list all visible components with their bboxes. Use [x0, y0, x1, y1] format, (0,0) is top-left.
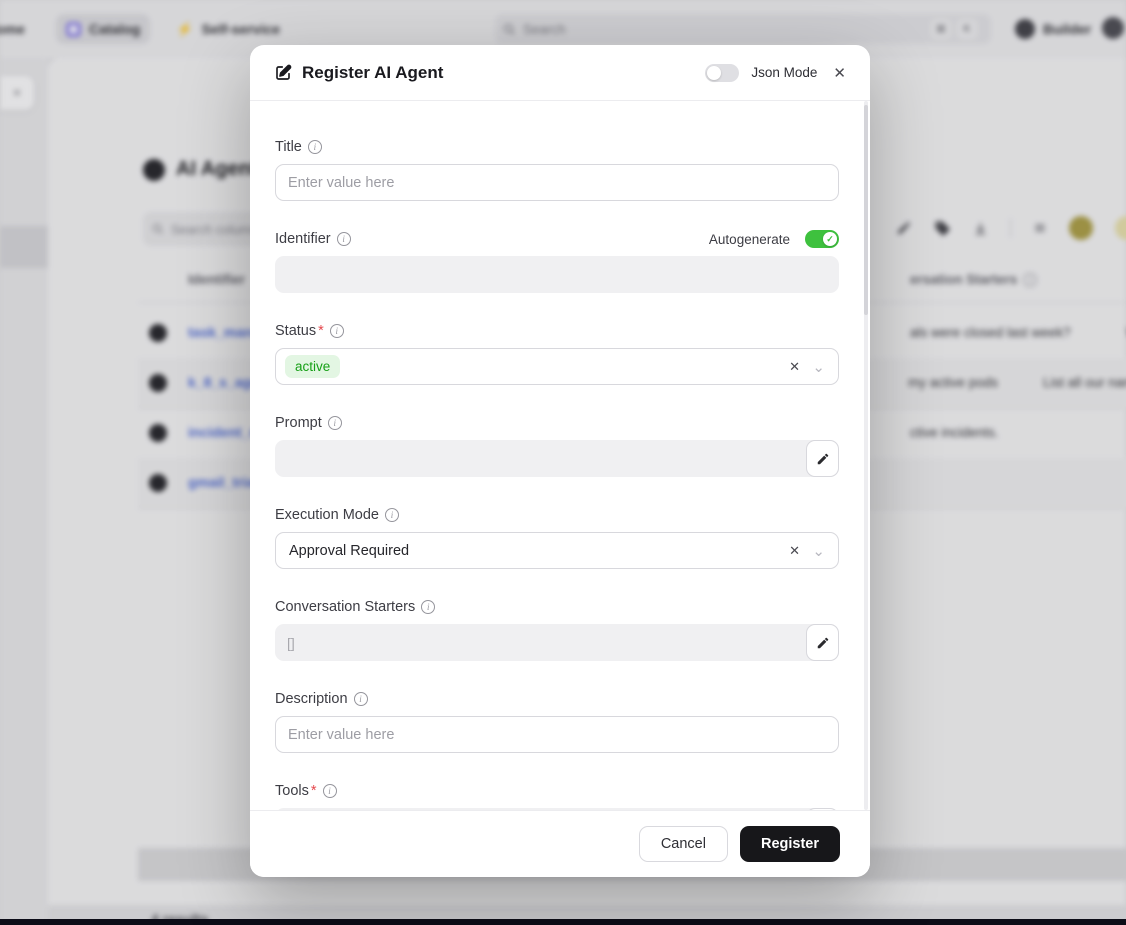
field-status: Status* i active ✕ ⌄ — [275, 322, 839, 385]
pencil-icon — [816, 452, 830, 466]
status-select[interactable]: active ✕ ⌄ — [275, 348, 839, 385]
conversation-starters-input-disabled: [] — [275, 624, 839, 661]
identifier-input-disabled — [275, 256, 839, 293]
status-label: Status — [275, 323, 316, 339]
info-icon: i — [354, 692, 368, 706]
register-button[interactable]: Register — [740, 826, 840, 862]
execution-mode-value: Approval Required — [285, 543, 409, 559]
info-icon: i — [337, 232, 351, 246]
clear-icon[interactable]: ✕ — [789, 349, 800, 384]
json-mode-label: Json Mode — [751, 65, 817, 80]
tools-label: Tools — [275, 783, 309, 799]
close-icon[interactable]: ✕ — [829, 62, 850, 84]
required-asterisk: * — [311, 783, 317, 799]
required-asterisk: * — [318, 323, 324, 339]
status-chip: active — [285, 355, 340, 378]
execution-mode-label: Execution Mode — [275, 507, 379, 523]
modal-footer: Cancel Register — [250, 810, 870, 877]
identifier-label: Identifier — [275, 231, 331, 247]
execution-mode-select[interactable]: Approval Required ✕ ⌄ — [275, 532, 839, 569]
prompt-edit-button[interactable] — [806, 440, 839, 477]
title-label: Title — [275, 139, 302, 155]
prompt-input-disabled — [275, 440, 839, 477]
bottom-taskbar — [0, 919, 1126, 925]
toggle-knob-check: ✓ — [823, 232, 837, 246]
conversation-starters-edit-button[interactable] — [806, 624, 839, 661]
title-input[interactable] — [275, 164, 839, 201]
autogenerate-label: Autogenerate — [709, 232, 790, 247]
field-conversation-starters: Conversation Starters i [] — [275, 598, 839, 661]
info-icon: i — [385, 508, 399, 522]
modal-title: Register AI Agent — [302, 63, 443, 83]
chevron-down-icon[interactable]: ⌄ — [812, 533, 825, 568]
register-ai-agent-modal: Register AI Agent Json Mode ✕ Title i Id… — [250, 45, 870, 877]
modal-body: Title i Identifier i Autogenerate ✓ Stat… — [250, 101, 870, 810]
info-icon: i — [421, 600, 435, 614]
clear-icon[interactable]: ✕ — [789, 533, 800, 568]
info-icon: i — [323, 784, 337, 798]
field-execution-mode: Execution Mode i Approval Required ✕ ⌄ — [275, 506, 839, 569]
edit-square-icon — [274, 64, 292, 82]
conversation-starters-label: Conversation Starters — [275, 599, 415, 615]
description-label: Description — [275, 691, 348, 707]
prompt-label: Prompt — [275, 415, 322, 431]
conversation-starters-value: [] — [287, 635, 295, 651]
field-title: Title i — [275, 138, 839, 201]
cancel-button[interactable]: Cancel — [639, 826, 728, 862]
modal-header: Register AI Agent Json Mode ✕ — [250, 45, 870, 101]
field-tools: Tools* i — [275, 782, 839, 810]
info-icon: i — [330, 324, 344, 338]
chevron-down-icon[interactable]: ⌄ — [812, 349, 825, 384]
info-icon: i — [308, 140, 322, 154]
field-identifier: Identifier i Autogenerate ✓ — [275, 230, 839, 293]
field-prompt: Prompt i — [275, 414, 839, 477]
toggle-knob — [707, 66, 721, 80]
field-description: Description i — [275, 690, 839, 753]
modal-scrollbar-thumb[interactable] — [864, 105, 868, 315]
description-input[interactable] — [275, 716, 839, 753]
pencil-icon — [816, 636, 830, 650]
json-mode-toggle[interactable] — [705, 64, 739, 82]
info-icon: i — [328, 416, 342, 430]
autogenerate-toggle[interactable]: ✓ — [805, 230, 839, 248]
